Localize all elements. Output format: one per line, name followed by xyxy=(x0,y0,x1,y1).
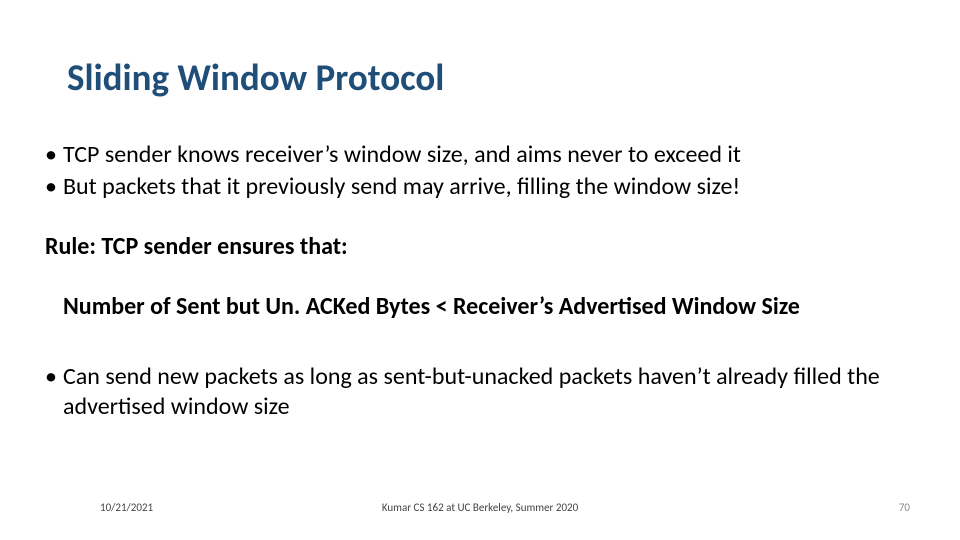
bullet-dot: • xyxy=(45,140,63,170)
bullet-text: TCP sender knows receiver’s window size,… xyxy=(63,140,741,170)
footer-page-number: 70 xyxy=(899,501,910,514)
bullet-dot: • xyxy=(45,362,63,422)
bullet-1: • TCP sender knows receiver’s window siz… xyxy=(45,140,920,170)
bullet-3: • Can send new packets as long as sent-b… xyxy=(45,362,920,422)
rule-line-2: Number of Sent but Un. ACKed Bytes < Rec… xyxy=(45,292,920,322)
slide-title: Sliding Window Protocol xyxy=(67,55,444,100)
slide-body: • TCP sender knows receiver’s window siz… xyxy=(45,140,920,424)
rule-line-1: Rule: TCP sender ensures that: xyxy=(45,232,920,262)
bullet-text: Can send new packets as long as sent-but… xyxy=(63,362,920,422)
footer-attribution: Kumar CS 162 at UC Berkeley, Summer 2020 xyxy=(0,501,960,514)
bullet-text: But packets that it previously send may … xyxy=(63,172,740,202)
bullet-2: • But packets that it previously send ma… xyxy=(45,172,920,202)
bullet-dot: • xyxy=(45,172,63,202)
